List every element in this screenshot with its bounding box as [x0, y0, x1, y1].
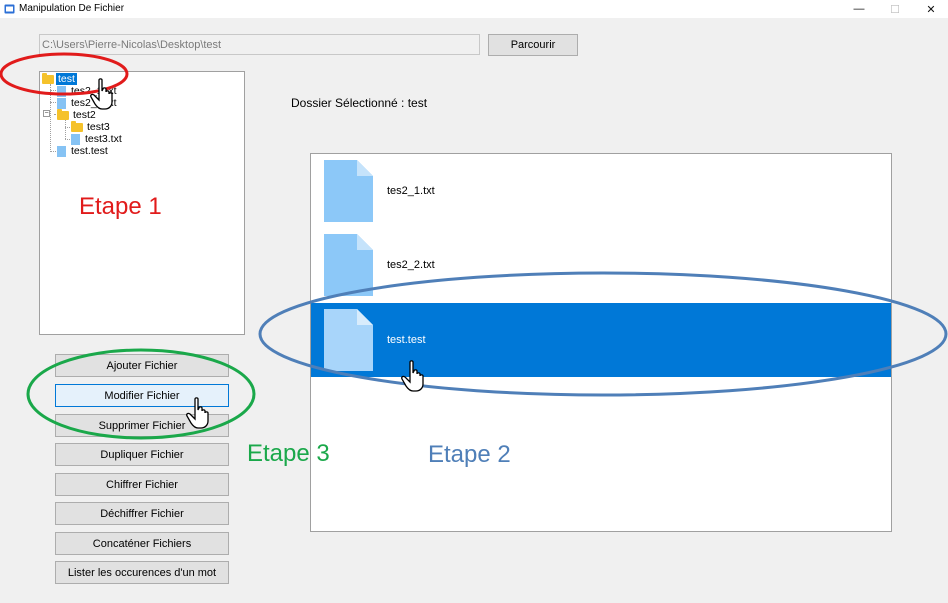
step-3-annotation: Etape 3 — [247, 440, 330, 467]
step-2-annotation: Etape 2 — [428, 441, 511, 468]
add-file-button[interactable]: Ajouter Fichier — [55, 354, 229, 377]
tree-item-root[interactable]: test — [42, 72, 77, 85]
file-name: test.test — [387, 334, 426, 346]
decrypt-file-button[interactable]: Déchiffrer Fichier — [55, 502, 229, 525]
tree-item-label[interactable]: test3.txt — [83, 133, 124, 145]
duplicate-file-button[interactable]: Dupliquer Fichier — [55, 443, 229, 466]
tree-item[interactable]: test2 — [57, 108, 98, 121]
maximize-button[interactable]: ☐ — [876, 0, 914, 18]
tree-item-label[interactable]: test — [56, 73, 77, 85]
hand-cursor-icon — [401, 360, 424, 392]
file-name: tes2_1.txt — [387, 185, 435, 197]
tree-line — [50, 84, 51, 152]
browse-button[interactable]: Parcourir — [488, 34, 578, 56]
file-icon — [324, 309, 373, 371]
tree-item-label[interactable]: test.test — [69, 145, 110, 157]
folder-icon — [71, 120, 83, 132]
tree-item[interactable]: test.test — [57, 145, 110, 157]
file-icon — [324, 160, 373, 222]
file-icon — [57, 97, 66, 109]
tree-item-label[interactable]: test2 — [71, 109, 98, 121]
file-name: tes2_2.txt — [387, 259, 435, 271]
window-title: Manipulation De Fichier — [19, 3, 125, 14]
path-field[interactable] — [39, 34, 480, 55]
file-list-item[interactable]: tes2_2.txt — [311, 228, 891, 302]
folder-icon — [57, 108, 69, 120]
tree-item-label[interactable]: test3 — [85, 121, 112, 133]
file-list-item[interactable]: tes2_1.txt — [311, 154, 891, 228]
file-list-item-selected[interactable]: test.test — [311, 303, 891, 377]
file-icon — [324, 234, 373, 296]
concatenate-files-button[interactable]: Concaténer Fichiers — [55, 532, 229, 555]
tree-item[interactable]: test3 — [71, 120, 112, 133]
minimize-button[interactable]: — — [840, 0, 878, 18]
app-folder-icon — [4, 4, 15, 14]
file-icon — [57, 145, 66, 157]
tree-item[interactable]: test3.txt — [71, 133, 124, 145]
hand-cursor-icon — [90, 78, 113, 110]
close-button[interactable]: ✕ — [912, 0, 948, 18]
title-bar: Manipulation De Fichier — ☐ ✕ — [0, 0, 948, 18]
tree-line — [65, 120, 66, 139]
collapse-toggle[interactable]: − — [43, 110, 50, 117]
selected-folder-label: Dossier Sélectionné : test — [291, 96, 428, 110]
file-icon — [57, 85, 66, 97]
list-word-occurrences-button[interactable]: Lister les occurences d'un mot — [55, 561, 229, 584]
encrypt-file-button[interactable]: Chiffrer Fichier — [55, 473, 229, 496]
hand-cursor-icon — [186, 397, 209, 429]
file-icon — [71, 133, 80, 145]
file-list[interactable]: tes2_1.txt tes2_2.txt test.test — [310, 153, 892, 532]
folder-icon — [42, 72, 54, 84]
step-1-annotation: Etape 1 — [79, 193, 162, 220]
